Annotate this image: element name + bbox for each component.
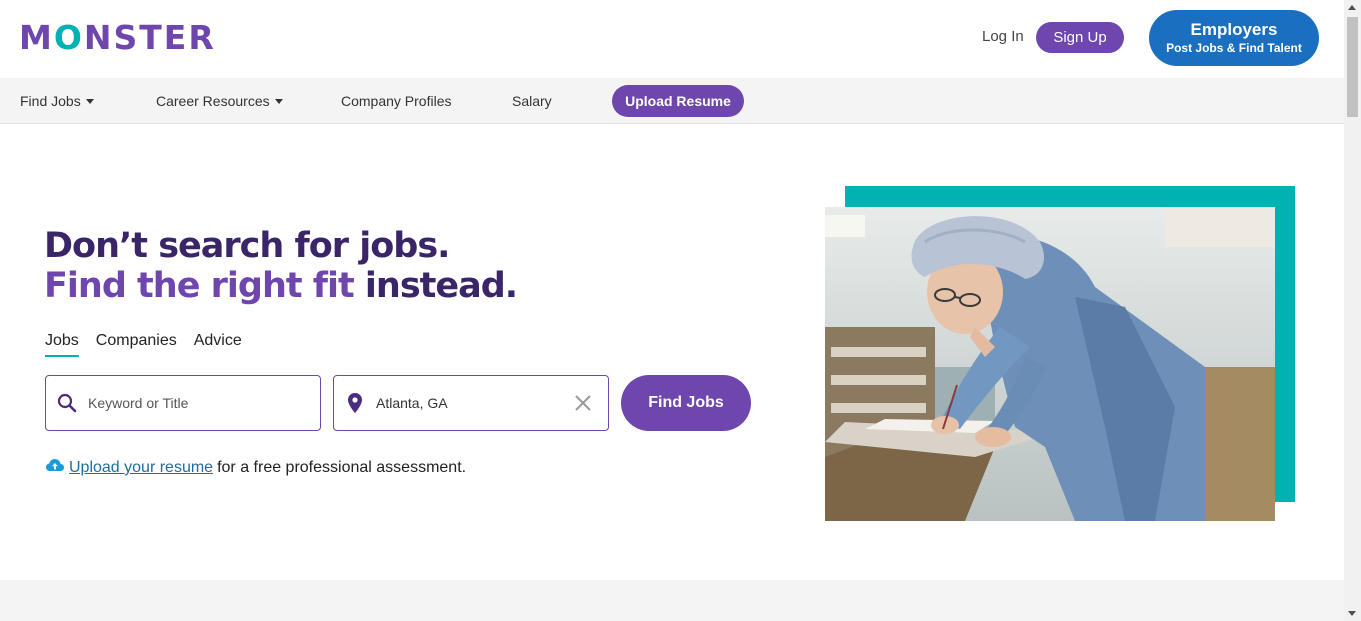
employers-button[interactable]: Employers Post Jobs & Find Talent <box>1149 10 1319 66</box>
login-link[interactable]: Log In <box>982 28 1024 46</box>
find-jobs-label: Find Jobs <box>648 394 724 411</box>
nurse-photo-illustration <box>825 207 1275 521</box>
tab-jobs[interactable]: Jobs <box>45 332 79 357</box>
cloud-upload-icon <box>45 457 65 479</box>
employers-title: Employers <box>1190 20 1278 39</box>
nav-item-find-jobs[interactable]: Find Jobs <box>20 93 94 109</box>
nav-item-label: Find Jobs <box>20 93 81 109</box>
upload-suffix-text: for a free professional assessment. <box>217 459 467 476</box>
logo-text: MONSTER <box>19 18 216 57</box>
headline-line-1: Don’t search for jobs. <box>44 226 450 266</box>
next-section-band <box>0 580 1344 621</box>
upload-resume-label: Upload Resume <box>625 93 731 109</box>
search-icon <box>46 393 88 413</box>
location-input[interactable] <box>376 395 566 411</box>
nav-item-label: Career Resources <box>156 93 270 109</box>
nav-item-career-resources[interactable]: Career Resources <box>156 93 283 109</box>
page: MONSTER Log In Sign Up Employers Post Jo… <box>0 0 1344 621</box>
scroll-thumb[interactable] <box>1347 17 1358 117</box>
chevron-down-icon <box>85 99 94 104</box>
upload-resume-button[interactable]: Upload Resume <box>612 85 744 117</box>
headline-accent: Find the right fit <box>44 266 355 306</box>
nav-item-label: Company Profiles <box>341 93 452 109</box>
location-field[interactable] <box>333 375 609 431</box>
tab-companies[interactable]: Companies <box>96 332 177 357</box>
main-nav: Find Jobs Career Resources Company Profi… <box>0 78 1344 124</box>
chevron-down-icon <box>274 99 283 104</box>
employers-subtitle: Post Jobs & Find Talent <box>1166 41 1302 55</box>
find-jobs-button[interactable]: Find Jobs <box>621 375 751 431</box>
upload-resume-link[interactable]: Upload your resume <box>69 458 213 478</box>
nav-item-salary[interactable]: Salary <box>512 93 552 109</box>
keyword-field[interactable] <box>45 375 321 431</box>
vertical-scrollbar[interactable] <box>1344 0 1361 621</box>
tab-advice[interactable]: Advice <box>194 332 242 357</box>
scroll-down-icon[interactable] <box>1348 611 1356 616</box>
signup-button[interactable]: Sign Up <box>1036 22 1124 53</box>
site-header: MONSTER Log In Sign Up Employers Post Jo… <box>0 0 1344 78</box>
monster-logo[interactable]: MONSTER <box>19 19 216 57</box>
upload-resume-prompt: Upload your resume for a free profession… <box>45 457 466 479</box>
headline-rest: instead. <box>353 266 518 306</box>
headline-line-2: Find the right fit instead. <box>44 266 518 306</box>
clear-icon[interactable] <box>574 394 592 412</box>
scroll-up-icon[interactable] <box>1348 5 1356 10</box>
hero-photo <box>825 207 1275 521</box>
keyword-input[interactable] <box>88 395 278 411</box>
hero-headline: Don’t search for jobs. Find the right fi… <box>44 226 518 306</box>
search-tabs: Jobs Companies Advice <box>45 332 259 357</box>
nav-item-company-profiles[interactable]: Company Profiles <box>341 93 452 109</box>
signup-label: Sign Up <box>1053 29 1107 46</box>
nav-item-label: Salary <box>512 93 552 109</box>
location-pin-icon <box>334 392 376 414</box>
